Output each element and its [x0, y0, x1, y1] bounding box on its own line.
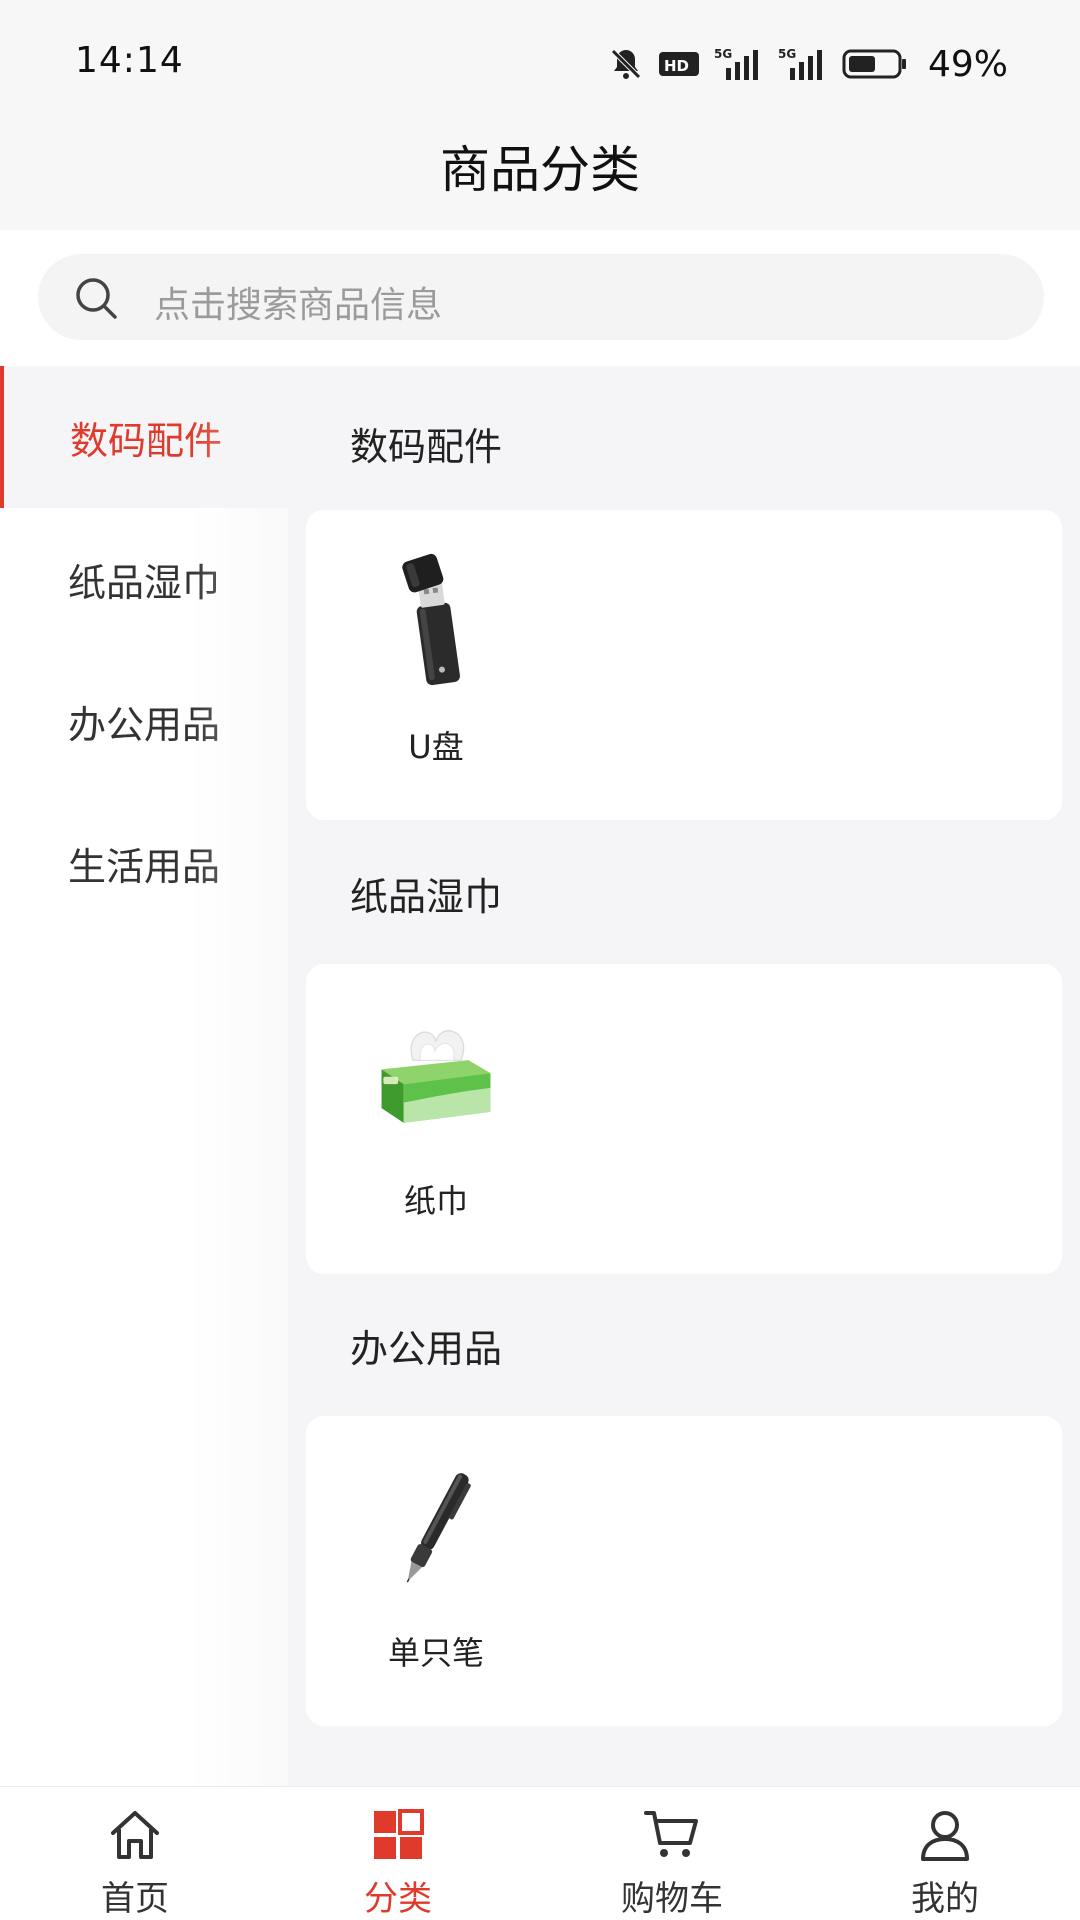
- nav-category[interactable]: 分类: [263, 1787, 533, 1920]
- sidebar-item-daily-necessities[interactable]: 生活用品: [0, 792, 288, 934]
- sidebar-item-label: 纸品湿巾: [67, 560, 220, 605]
- home-icon: [105, 1805, 165, 1865]
- battery-percentage: 49%: [927, 43, 1008, 85]
- svg-text:5G: 5G: [778, 47, 796, 61]
- search-placeholder: 点击搜索商品信息: [154, 285, 443, 326]
- tissue-box-icon: [376, 1004, 496, 1144]
- battery-icon: [842, 48, 908, 80]
- nav-label: 分类: [364, 1879, 432, 1919]
- search-area: 点击搜索商品信息: [0, 230, 1080, 366]
- nav-label: 首页: [101, 1879, 169, 1919]
- product-item[interactable]: 单只笔: [346, 1456, 526, 1696]
- product-card: 纸巾: [306, 964, 1062, 1274]
- bell-muted-icon: [608, 46, 644, 82]
- svg-text:HD: HD: [664, 57, 689, 75]
- sidebar-item-paper-wipes[interactable]: 纸品湿巾: [0, 508, 288, 650]
- nav-cart[interactable]: 购物车: [537, 1787, 807, 1920]
- section-title: 纸品湿巾: [350, 875, 503, 919]
- category-sidebar: 数码配件 纸品湿巾 办公用品 生活用品: [0, 366, 288, 1786]
- svg-text:5G: 5G: [714, 47, 732, 61]
- sidebar-item-digital-accessories[interactable]: 数码配件: [0, 366, 288, 508]
- page-title: 商品分类: [440, 141, 640, 199]
- status-time: 14:14: [75, 40, 184, 81]
- sidebar-item-label: 数码配件: [69, 418, 222, 463]
- nav-label: 购物车: [621, 1879, 723, 1919]
- product-name: U盘: [408, 728, 464, 766]
- product-card: 单只笔: [306, 1416, 1062, 1726]
- category-grid-icon: [368, 1805, 428, 1865]
- nav-label: 我的: [911, 1879, 979, 1919]
- usb-drive-icon: [376, 550, 496, 690]
- app-root: 14:14 HD 5G 5G 49% 商品分类 点击搜索商品信息 数码配件 纸品…: [0, 0, 1080, 1920]
- signal-5g-icon: 5G: [714, 46, 764, 82]
- status-icons: HD 5G 5G 49%: [608, 42, 1008, 86]
- product-card: U盘: [306, 510, 1062, 820]
- search-input[interactable]: 点击搜索商品信息: [38, 254, 1044, 340]
- category-content: 数码配件 U盘 纸品湿巾 纸巾 办公用品 单只笔: [288, 366, 1080, 1786]
- sidebar-item-label: 生活用品: [67, 844, 220, 889]
- sidebar-item-label: 办公用品: [67, 702, 220, 747]
- header: 商品分类: [0, 100, 1080, 230]
- user-icon: [915, 1805, 975, 1865]
- product-name: 单只笔: [387, 1634, 484, 1672]
- section-title: 数码配件: [350, 425, 503, 469]
- pen-icon: [376, 1456, 496, 1596]
- product-item[interactable]: U盘: [346, 550, 526, 790]
- cart-icon: [642, 1805, 702, 1865]
- nav-home[interactable]: 首页: [0, 1787, 270, 1920]
- bottom-navigation: 首页 分类 购物车 我的: [0, 1786, 1080, 1920]
- product-name: 纸巾: [403, 1182, 468, 1220]
- nav-profile[interactable]: 我的: [810, 1787, 1080, 1920]
- section-title: 办公用品: [350, 1327, 503, 1371]
- signal-5g-icon: 5G: [778, 46, 828, 82]
- search-icon: [72, 274, 120, 322]
- hd-icon: HD: [658, 49, 700, 79]
- sidebar-item-office-supplies[interactable]: 办公用品: [0, 650, 288, 792]
- product-item[interactable]: 纸巾: [346, 1004, 526, 1244]
